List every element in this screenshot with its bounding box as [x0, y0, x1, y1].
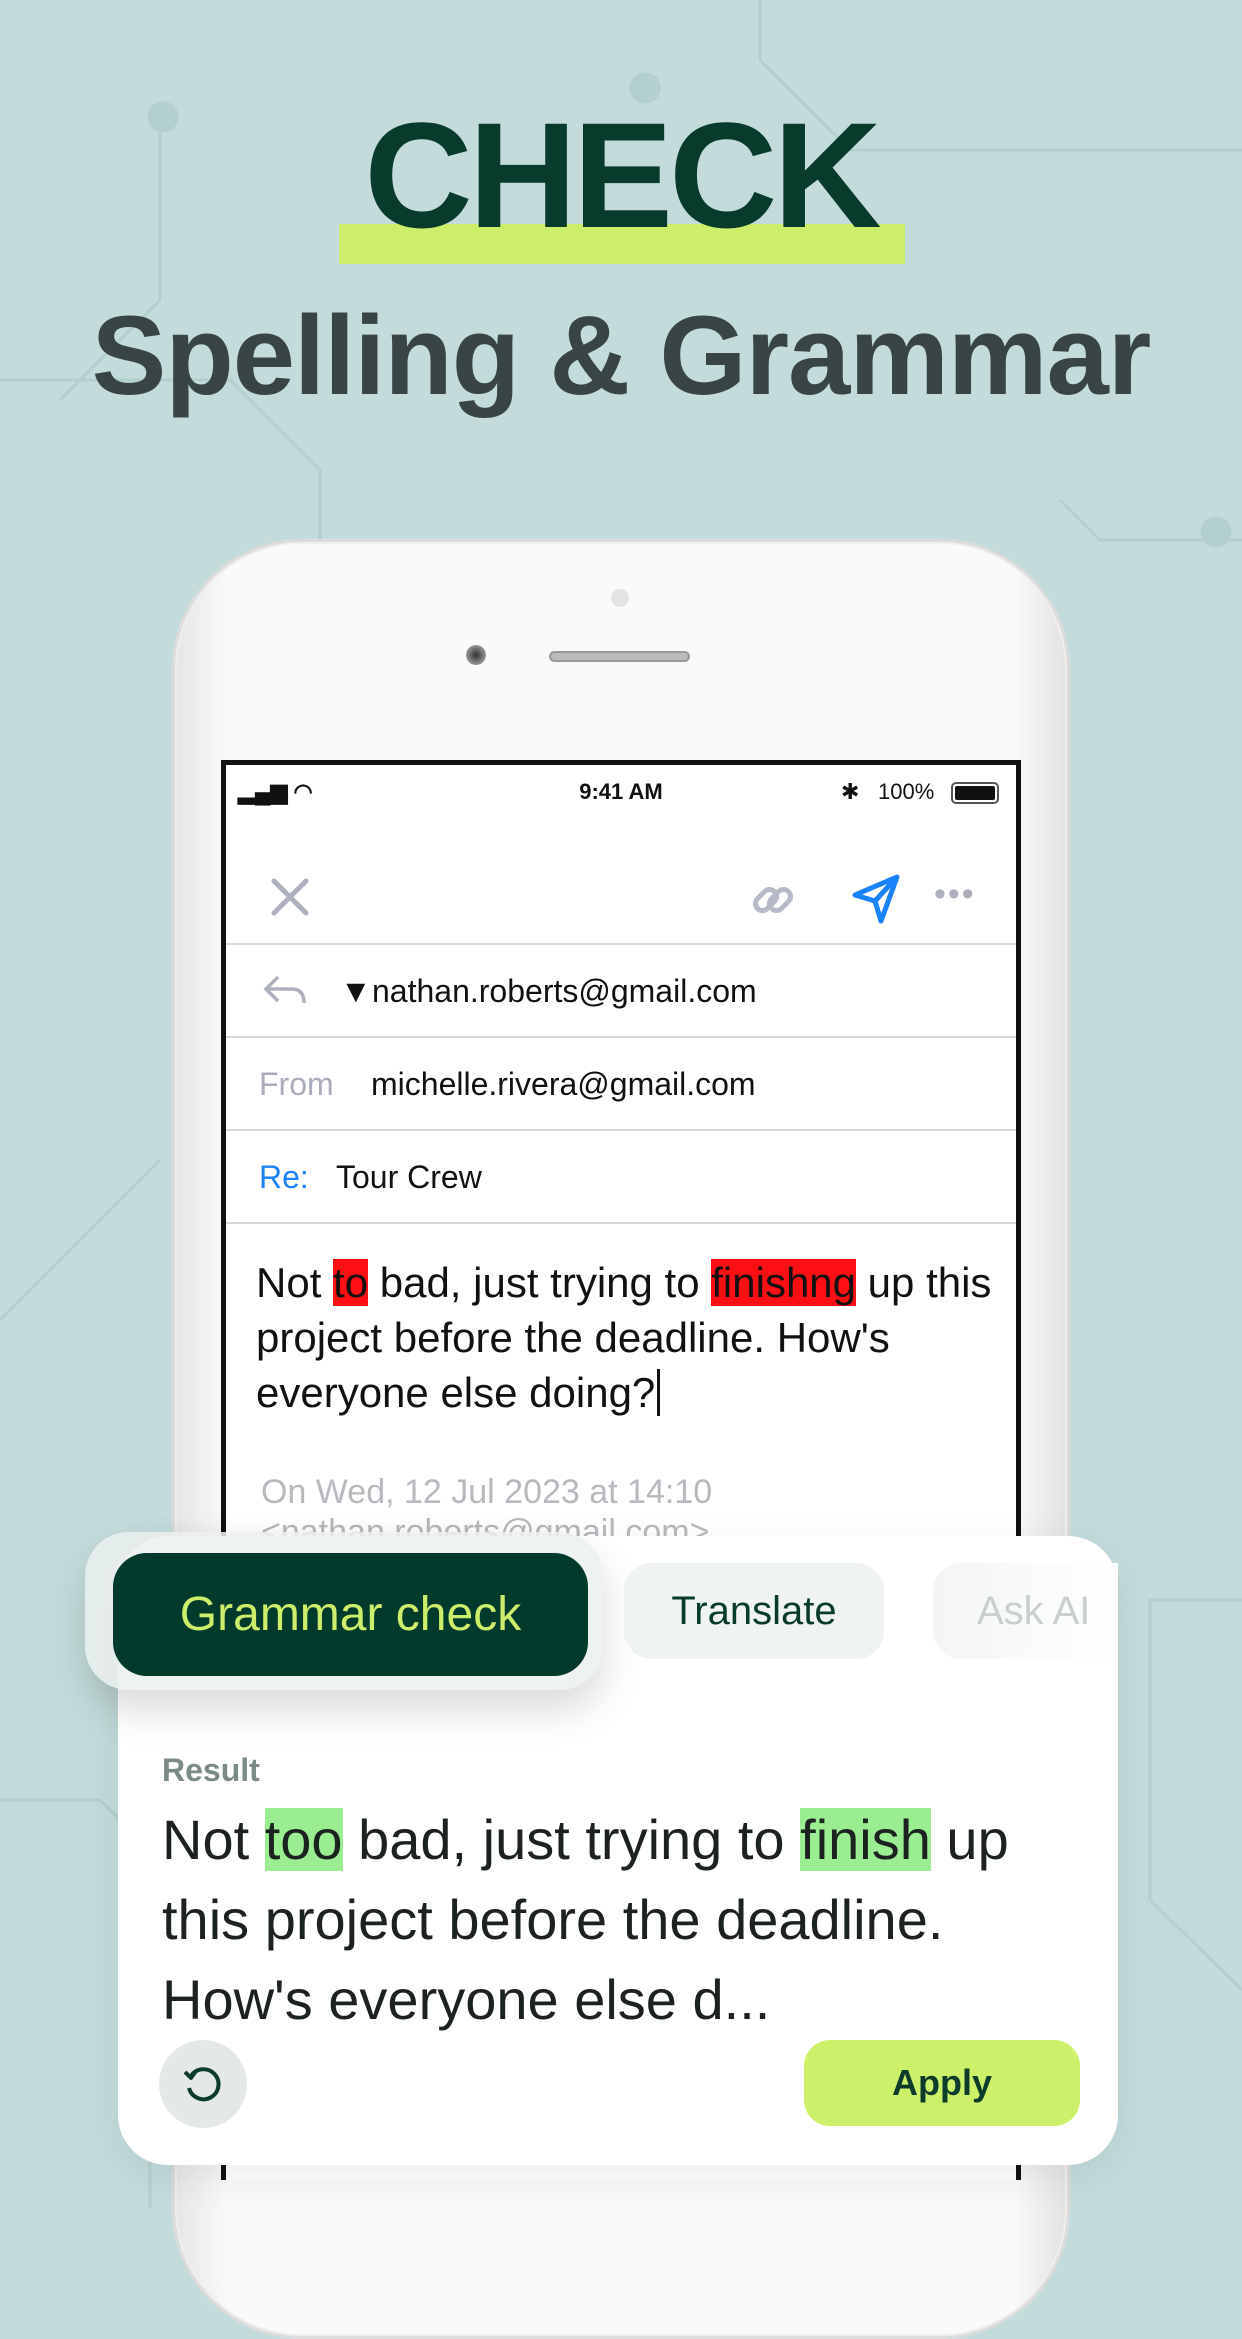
correction-highlight: finish: [800, 1808, 931, 1871]
link-icon[interactable]: [748, 875, 798, 925]
email-body[interactable]: Not to bad, just trying to finishng up t…: [256, 1255, 1016, 1420]
text-cursor: [657, 1369, 661, 1416]
tab-translate[interactable]: Translate: [624, 1563, 884, 1659]
body-text: bad, just trying to: [368, 1259, 712, 1306]
headline-title: CHECK: [364, 91, 881, 259]
more-icon[interactable]: •••: [934, 875, 976, 914]
to-address[interactable]: nathan.roberts@gmail.com: [372, 973, 757, 1010]
subject-row[interactable]: Re: Tour Crew: [226, 1131, 1016, 1224]
speaker: [549, 651, 690, 662]
body-text: Not: [256, 1259, 334, 1306]
result-segment: Not: [162, 1808, 265, 1871]
result-text: Not too bad, just trying to finish up th…: [162, 1800, 1092, 2040]
correction-highlight: too: [264, 1808, 343, 1871]
from-label: From: [259, 1066, 334, 1102]
apply-button[interactable]: Apply: [804, 2040, 1080, 2126]
bluetooth-icon: ✱: [841, 779, 860, 804]
battery-icon: [951, 782, 999, 804]
error-highlight[interactable]: finishng: [711, 1259, 857, 1306]
send-icon[interactable]: [851, 873, 901, 925]
result-label: Result: [162, 1752, 260, 1788]
camera-icon: [466, 645, 486, 665]
tab-ask-ai[interactable]: Ask AI: [933, 1563, 1118, 1659]
error-highlight[interactable]: to: [333, 1259, 369, 1306]
result-segment: bad, just trying to: [342, 1808, 801, 1871]
compose-toolbar: •••: [226, 825, 1016, 945]
quote-date: On Wed, 12 Jul 2023 at 14:10: [261, 1473, 713, 1511]
from-address: michelle.rivera@gmail.com: [371, 1066, 756, 1102]
proximity-sensor: [611, 589, 629, 607]
refresh-icon: [183, 2067, 221, 2102]
close-icon[interactable]: [270, 877, 310, 917]
from-row[interactable]: From michelle.rivera@gmail.com: [226, 1038, 1016, 1131]
subject-label: Re:: [259, 1159, 309, 1195]
recipient-dropdown-icon[interactable]: ▼: [340, 973, 372, 1010]
subject-field[interactable]: Tour Crew: [336, 1159, 482, 1196]
tab-grammar-check[interactable]: Grammar check: [113, 1553, 588, 1676]
regenerate-button[interactable]: [159, 2040, 247, 2128]
to-row[interactable]: ▼ nathan.roberts@gmail.com: [226, 945, 1016, 1038]
headline-subtitle: Spelling & Grammar: [91, 293, 1152, 418]
battery-percent: 100%: [878, 779, 935, 804]
reply-icon: [263, 975, 306, 1004]
